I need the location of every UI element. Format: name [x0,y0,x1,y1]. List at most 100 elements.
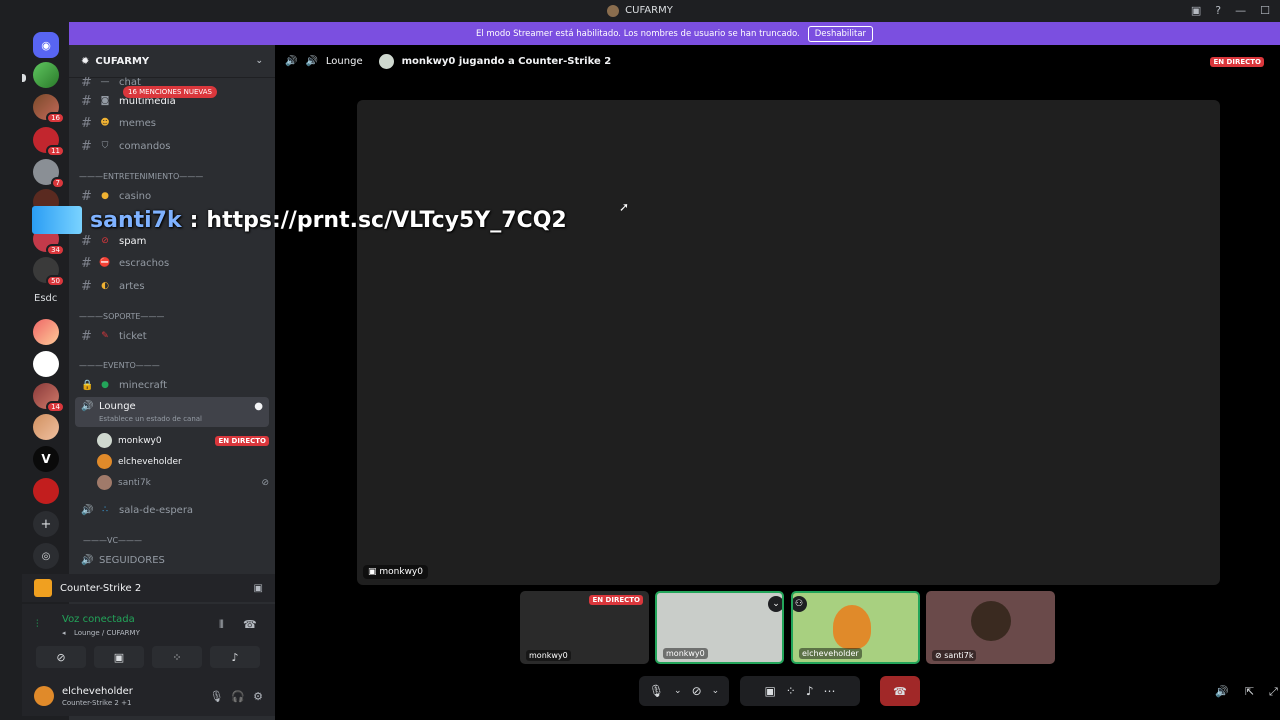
soundboard-button[interactable]: ♪ [210,646,260,668]
voice-channel-lounge[interactable]: 🔊 Lounge Establece un estado de canal ● [75,397,269,427]
hash-icon: # [81,115,92,131]
mention-badge: 34 [46,244,65,256]
category-vc[interactable]: ———VC——— [83,536,142,545]
shield-icon: ⛉ [101,141,109,151]
category-entretenimiento[interactable]: ———ENTRETENIMIENTO——— [79,172,203,181]
mention-badge: 7 [50,177,65,189]
screen-share-icon[interactable]: ▣ [254,583,263,594]
tile-name-wrap: ⊘ santi7k [932,650,977,661]
stop-icon: ⛔ [99,258,111,268]
tile-name: elcheveholder [799,648,862,659]
chevron-down-icon[interactable]: ⌄ [768,596,782,612]
unread-pip [22,74,26,82]
server-icon[interactable]: V [33,446,59,472]
discord-home-icon[interactable]: ◉ [33,32,59,58]
server-icon[interactable] [33,319,59,345]
volume-icon[interactable]: 🔊 [285,56,297,67]
chat-bubble-icon[interactable]: ● [254,401,263,412]
channel-label: sala-de-espera [119,504,194,516]
minimize-icon[interactable]: — [1235,4,1246,17]
channel-ticket[interactable]: # ✎ ticket [75,326,269,346]
chevron-down-icon[interactable]: ⌄ [712,686,720,696]
new-mentions-pill[interactable]: 16 MENCIONES NUEVAS [123,86,217,98]
category-soporte[interactable]: ———SOPORTE——— [79,312,164,321]
activity-game: Counter-Strike 2 [60,582,142,594]
server-icon[interactable] [33,62,59,88]
hang-up-icon: ☎ [893,684,907,698]
noise-suppression-icon[interactable]: ⦀ [219,618,224,632]
more-icon[interactable]: ⋯ [824,684,836,698]
title-bar: CUFARMY ▣ ? — ☐ [0,0,1280,21]
server-icon[interactable]: 16 [33,94,65,124]
channel-minecraft[interactable]: 🔒 ● minecraft [75,375,269,395]
soundboard-icon[interactable]: ♪ [806,684,814,698]
server-header[interactable]: ✹ CUFARMY ⌄ [69,45,275,78]
server-text-icon[interactable]: Esdc [34,293,57,304]
avatar [833,605,871,649]
banner-text: El modo Streamer está habilitado. Los no… [475,28,800,39]
server-icon[interactable] [33,414,59,440]
server-icon[interactable] [33,478,59,504]
disconnect-button[interactable]: ☎ [880,676,920,706]
maximize-icon[interactable]: ☐ [1260,4,1270,17]
overlay-badge-icon [32,206,82,234]
participant-tile[interactable]: EN DIRECTO monkwy0 [520,591,649,664]
server-icon[interactable]: 11 [33,127,65,157]
disconnect-icon[interactable]: ☎ [243,618,257,631]
speaker-icon: 🔊 [81,401,94,412]
server-icon[interactable]: 14 [33,383,65,413]
camera-off-icon[interactable]: ⊘ [692,684,702,698]
explore-icon[interactable]: ◎ [33,543,59,569]
window-title: CUFARMY [625,5,673,16]
chevron-down-icon[interactable]: ⌄ [674,686,682,696]
microphone-icon[interactable]: 🎙 [209,690,223,703]
participant-tile[interactable]: ⚇ elcheveholder [791,591,920,664]
voice-user-item[interactable]: elcheveholder [97,452,269,471]
voice-user-item[interactable]: monkwy0 EN DIRECTO [97,431,269,450]
inbox-icon[interactable]: ▣ [1191,4,1201,17]
channel-header: 🔊 🔊 Lounge monkwy0 jugando a Counter-Str… [275,45,1280,78]
share-screen-icon[interactable]: ▣ [764,684,775,698]
voice-status: Voz conectada [62,614,135,625]
category-evento[interactable]: ———EVENTO——— [79,361,160,370]
server-icon[interactable]: 50 [33,257,65,287]
share-screen-button[interactable]: ▣ [94,646,144,668]
activities-button[interactable]: ⁘ [152,646,202,668]
participant-tile[interactable]: ⊘ santi7k [926,591,1055,664]
volume-icon[interactable]: 🔊 [1215,685,1229,698]
channel-artes[interactable]: # ◐ artes [75,276,269,296]
activities-icon[interactable]: ⁘ [786,684,796,698]
disable-streamer-button[interactable]: Deshabilitar [807,25,874,42]
help-icon[interactable]: ? [1215,4,1221,17]
users-icon[interactable]: ⚇ [793,596,807,612]
popout-icon[interactable]: ⇱ [1245,685,1254,698]
participant-tile[interactable]: monkwy0 ⌄ [655,591,784,664]
activity-bar[interactable]: Counter-Strike 2 ▣ [22,574,275,602]
voice-location[interactable]: Lounge / CUFARMY [74,629,140,637]
add-server-icon[interactable]: + [33,511,59,537]
channel-label: minecraft [119,379,168,391]
streamer-mode-banner: El modo Streamer está habilitado. Los no… [69,22,1280,45]
stream-view[interactable]: ➚ ▣ monkwy0 [357,100,1220,585]
emoji-icon: ☻ [100,118,110,128]
server-icon-small: ✹ [81,55,90,67]
avatar[interactable] [34,686,54,706]
channel-comandos[interactable]: # ⛉ comandos [75,136,269,156]
channel-status-hint[interactable]: Establece un estado de canal [99,415,202,423]
headphones-icon[interactable]: 🎧 [231,690,245,703]
camera-off-button[interactable]: ⊘ [36,646,86,668]
cursor-icon: ➚ [619,200,630,214]
voice-channel-seguidores[interactable]: 🔊 SEGUIDORES [75,550,269,570]
location-speaker-icon: ◂ [62,629,66,637]
settings-icon[interactable]: ⚙ [253,690,263,703]
pin-icon: ✎ [101,331,109,341]
channel-escrachos[interactable]: # ⛔ escrachos [75,253,269,273]
channel-label: casino [119,190,152,202]
channel-memes[interactable]: # ☻ memes [75,113,269,133]
fullscreen-icon[interactable]: ⤢ [1269,685,1278,699]
server-icon[interactable] [33,351,59,377]
voice-channel-sala-de-espera[interactable]: 🔊 ∴ sala-de-espera [75,500,269,520]
server-icon[interactable]: 7 [33,159,65,189]
voice-user-item[interactable]: santi7k ⊘ [97,473,269,492]
microphone-icon[interactable]: 🎙 [649,684,664,698]
